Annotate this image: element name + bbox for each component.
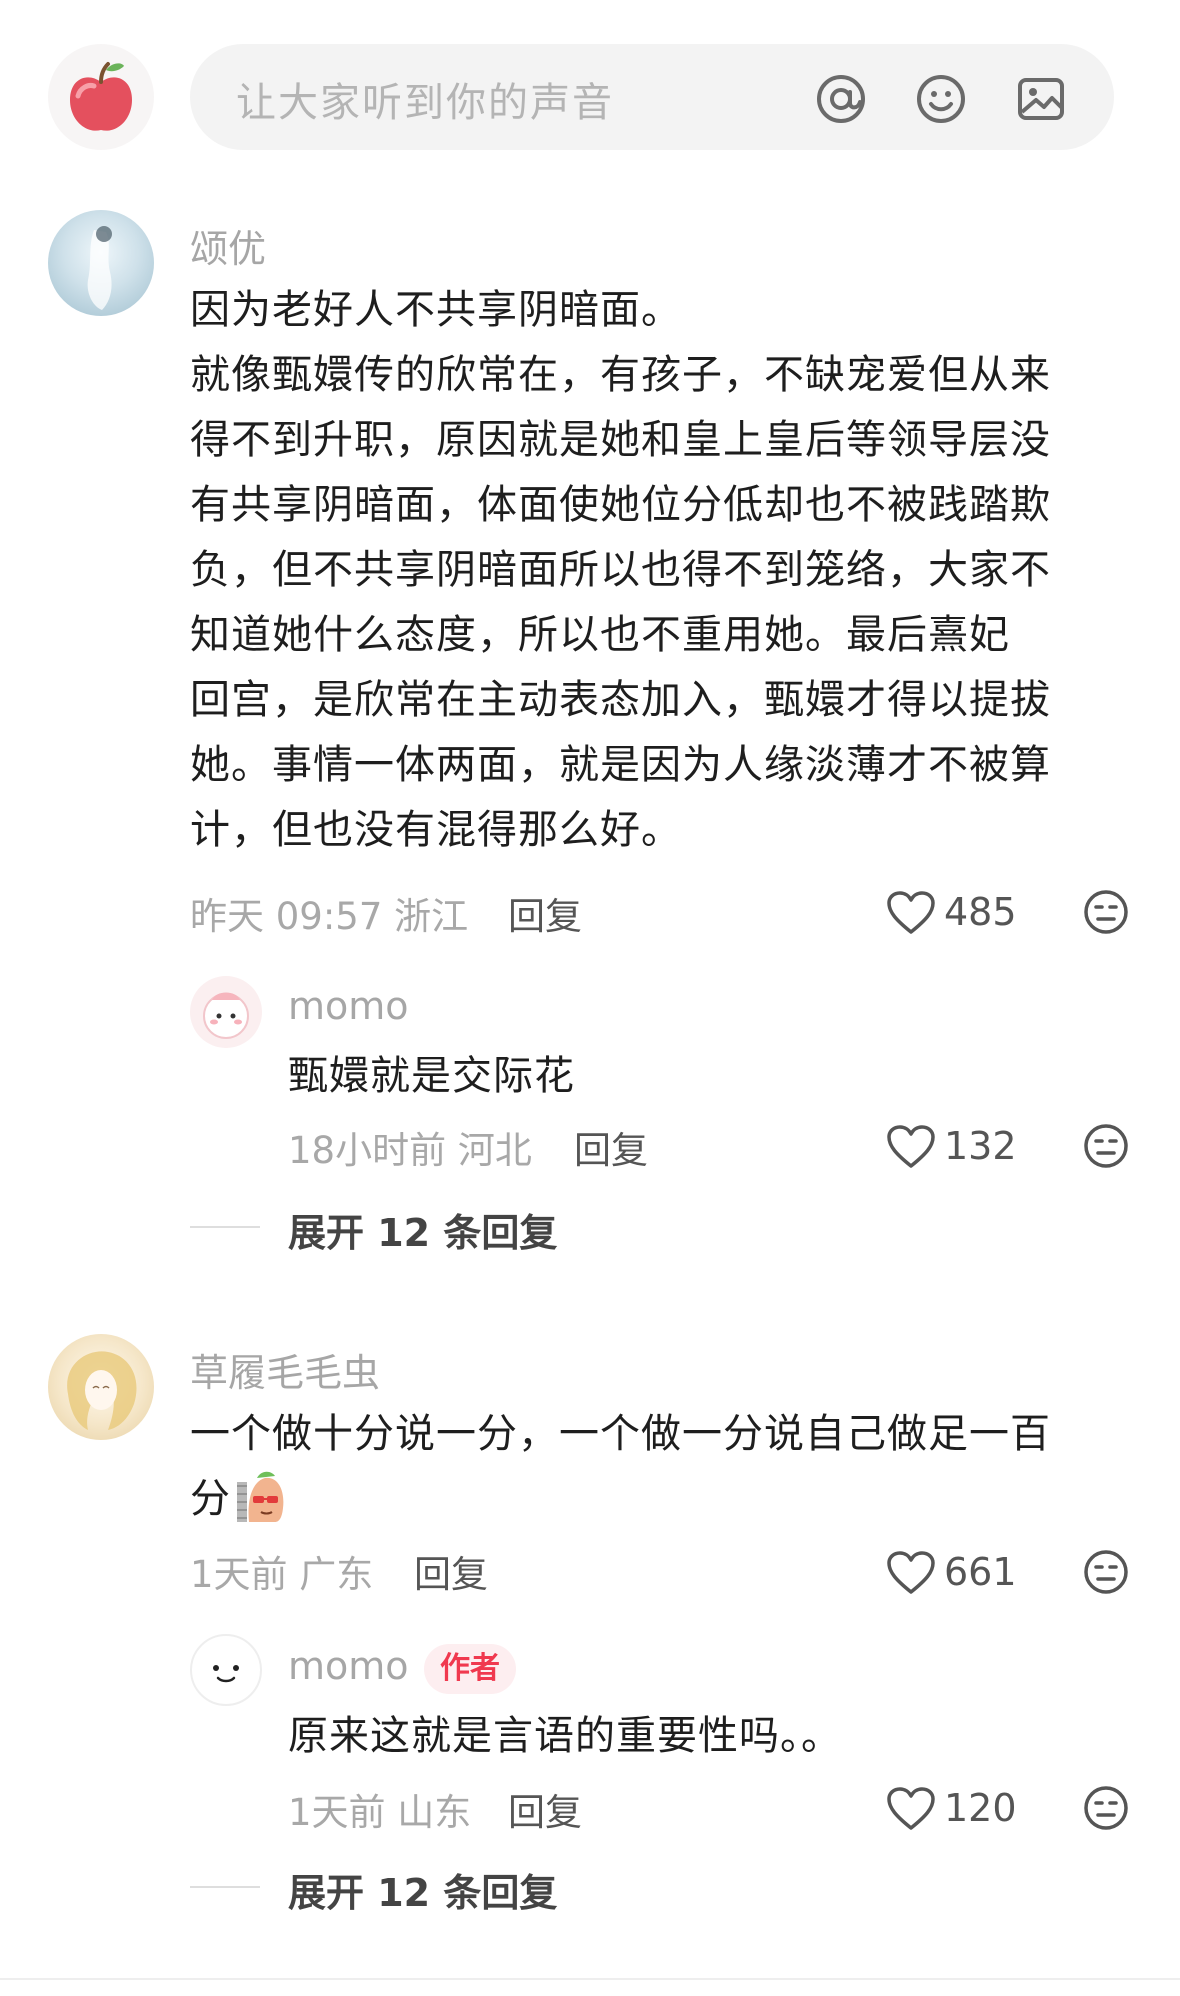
expand-replies-button[interactable]: 展开 12 条回复: [288, 1202, 557, 1257]
dislike-face-icon[interactable]: [1082, 1548, 1130, 1596]
bottom-divider: [0, 1978, 1180, 1980]
image-icon[interactable]: [1014, 72, 1068, 126]
current-user-avatar: [48, 44, 154, 150]
expand-divider: [190, 1886, 260, 1888]
like-count: 132: [944, 1124, 1017, 1168]
dislike-face-icon[interactable]: [1082, 888, 1130, 936]
comment-meta: 昨天 09:57 浙江: [190, 895, 469, 938]
comment-username[interactable]: 颂优: [190, 218, 266, 273]
avatar[interactable]: [48, 1334, 154, 1440]
comment-username[interactable]: 草履毛毛虫: [190, 1342, 380, 1397]
reply-avatar[interactable]: [190, 1634, 262, 1706]
comment-input-placeholder: 让大家听到你的声音: [236, 80, 614, 126]
heart-icon[interactable]: [886, 1786, 936, 1832]
comment-text-content: 一个做十分说一分，一个做一分说自己做足一百 分: [190, 1411, 1051, 1522]
reply-meta: 18小时前 河北: [288, 1129, 532, 1172]
like-count: 485: [944, 890, 1017, 934]
sticker-emoji-icon: [235, 1468, 287, 1524]
dislike-face-icon[interactable]: [1082, 1122, 1130, 1170]
at-icon[interactable]: [814, 72, 868, 126]
reply-avatar[interactable]: [190, 976, 262, 1048]
reply-button[interactable]: 回复: [508, 1782, 582, 1836]
avatar[interactable]: [48, 210, 154, 316]
heart-icon[interactable]: [886, 1550, 936, 1596]
dislike-face-icon[interactable]: [1082, 1784, 1130, 1832]
reply-button[interactable]: 回复: [414, 1544, 488, 1598]
heart-icon[interactable]: [886, 1124, 936, 1170]
reply-username[interactable]: momo: [288, 1644, 409, 1688]
reply-text: 原来这就是言语的重要性吗。。: [288, 1713, 842, 1759]
like-count: 120: [944, 1786, 1017, 1830]
reply-button[interactable]: 回复: [574, 1120, 648, 1174]
comment-input-bar: 让大家听到你的声音: [0, 0, 1180, 200]
like-count: 661: [944, 1550, 1017, 1594]
comment-input[interactable]: 让大家听到你的声音: [190, 44, 1114, 150]
emoji-icon[interactable]: [914, 72, 968, 126]
heart-icon[interactable]: [886, 890, 936, 936]
reply-button[interactable]: 回复: [508, 886, 582, 940]
expand-replies-button[interactable]: 展开 12 条回复: [288, 1862, 557, 1917]
reply-username[interactable]: momo: [288, 984, 409, 1028]
comment-text: 因为老好人不共享阴暗面。 就像甄嬛传的欣常在，有孩子，不缺宠爱但从来 得不到升职…: [190, 287, 1051, 853]
author-badge: 作者: [424, 1644, 516, 1694]
apple-icon: [70, 62, 132, 131]
comment-text: 一个做十分说一分，一个做一分说自己做足一百 分: [190, 1402, 1110, 1532]
reply-text: 甄嬛就是交际花: [288, 1053, 575, 1099]
comment-meta: 1天前 广东: [190, 1553, 374, 1596]
reply-meta: 1天前 山东: [288, 1791, 472, 1834]
expand-divider: [190, 1226, 260, 1228]
